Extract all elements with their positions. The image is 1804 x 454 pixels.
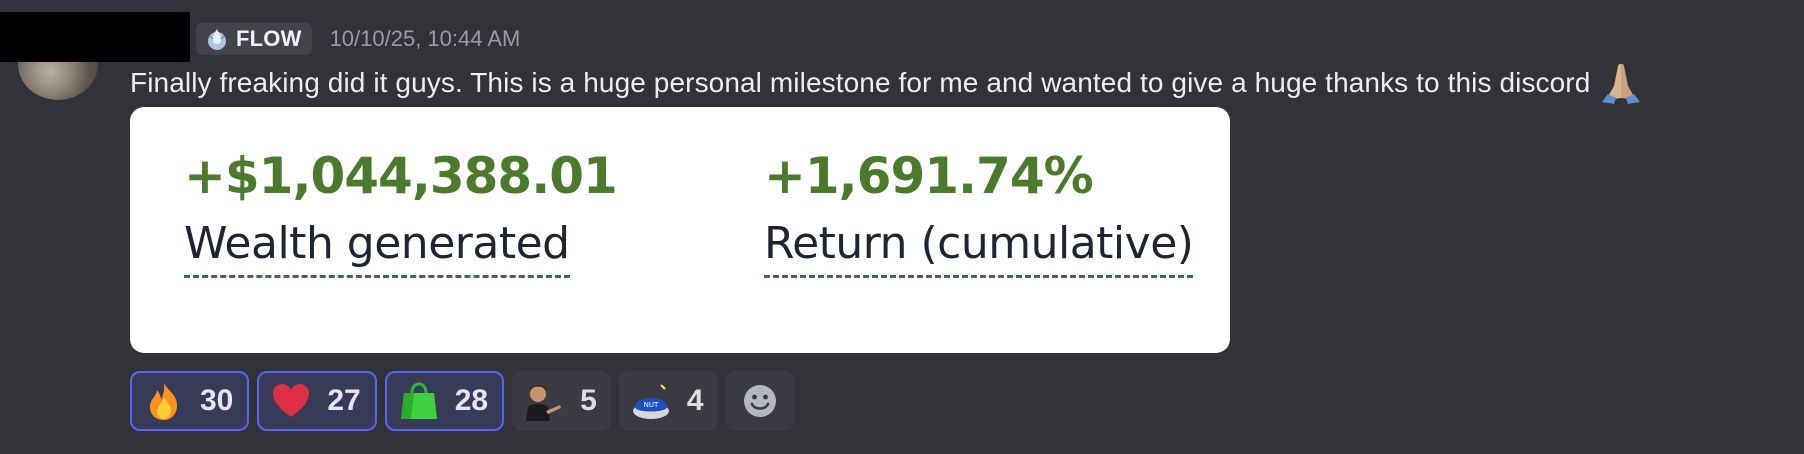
reactions-bar: 30 27 28 5 NUT 4	[130, 371, 794, 431]
message-text: Finally freaking did it guys. This is a …	[130, 67, 1591, 98]
svg-text:NUT: NUT	[643, 401, 658, 409]
redacted-username	[0, 12, 190, 62]
nut-button-icon: NUT	[631, 381, 671, 421]
reaction-fire[interactable]: 30	[130, 371, 250, 431]
reaction-person-pointing[interactable]: 5	[512, 371, 611, 431]
reaction-heart[interactable]: 27	[257, 371, 377, 431]
message-content: Finally freaking did it guys. This is a …	[130, 60, 1644, 106]
reaction-count: 28	[454, 384, 489, 417]
chat-message: FLOW 10/10/25, 10:44 AM Finally freaking…	[0, 0, 1804, 454]
smiley-icon	[740, 381, 780, 421]
folded-hands-icon	[1598, 60, 1644, 106]
wealth-label: Wealth generated	[184, 220, 570, 279]
person-pointing-icon	[524, 381, 564, 421]
reaction-count: 30	[200, 384, 234, 417]
green-bag-icon	[399, 381, 439, 421]
add-reaction-button[interactable]	[725, 371, 794, 431]
message-header: FLOW 10/10/25, 10:44 AM	[196, 22, 520, 56]
embedded-image-card[interactable]: +$1,044,388.01 Wealth generated +1,691.7…	[130, 107, 1230, 353]
reaction-count: 27	[327, 384, 361, 417]
wealth-stat: +$1,044,388.01 Wealth generated	[184, 147, 618, 279]
message-timestamp[interactable]: 10/10/25, 10:44 AM	[330, 26, 521, 52]
guild-tag-label: FLOW	[236, 26, 302, 51]
return-value: +1,691.74%	[764, 147, 1094, 205]
reaction-count: 4	[686, 384, 704, 417]
reaction-green-bag[interactable]: 28	[384, 371, 505, 431]
heart-icon	[271, 381, 311, 421]
reaction-count: 5	[580, 384, 597, 417]
return-stat: +1,691.74% Return (cumulative)	[764, 147, 1194, 279]
guild-tag[interactable]: FLOW	[196, 23, 312, 55]
reaction-nut-button[interactable]: NUT 4	[618, 371, 718, 431]
fire-icon	[144, 381, 184, 421]
guild-icon	[204, 26, 230, 52]
wealth-value: +$1,044,388.01	[184, 147, 618, 205]
return-label: Return (cumulative)	[764, 220, 1194, 279]
